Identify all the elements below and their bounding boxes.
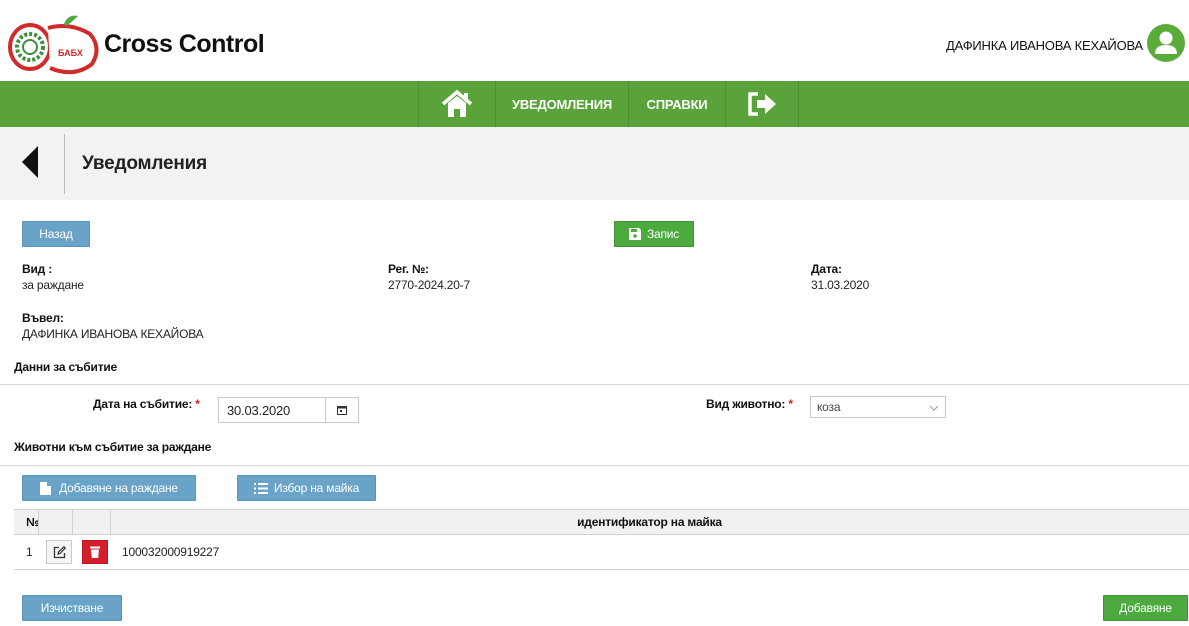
add-birth-button-label: Добавяне на раждане	[59, 481, 178, 495]
back-button[interactable]: Назад	[22, 221, 90, 247]
date-value: 31.03.2020	[811, 278, 870, 292]
save-icon	[628, 228, 641, 240]
main-nav: УВЕДОМЛЕНИЯ СПРАВКИ	[0, 81, 1189, 127]
entered-by-value: ДАФИНКА ИВАНОВА КЕХАЙОВА	[22, 327, 204, 341]
nav-item-reports[interactable]: СПРАВКИ	[629, 81, 725, 127]
nav-logout[interactable]	[726, 81, 798, 127]
logout-icon	[748, 92, 776, 116]
save-button[interactable]: Запис	[614, 221, 694, 247]
nav-home[interactable]	[419, 81, 495, 127]
event-date-input[interactable]: 30.03.2020	[218, 397, 326, 423]
column-divider	[72, 510, 73, 534]
required-mark: *	[788, 397, 793, 411]
trash-icon	[90, 546, 100, 558]
event-date-label: Дата на събитие: *	[93, 397, 200, 411]
home-icon	[441, 89, 473, 117]
row-number: 1	[26, 545, 33, 559]
edit-icon	[53, 545, 66, 558]
animal-type-label: Вид животно: *	[706, 397, 793, 411]
list-icon	[253, 482, 268, 494]
file-icon	[40, 481, 52, 495]
animal-type-value: коза	[817, 400, 841, 414]
nav-item-notifications[interactable]: УВЕДОМЛЕНИЯ	[496, 81, 628, 127]
logo-text: БАБХ	[58, 48, 83, 58]
title-divider	[64, 134, 65, 194]
column-divider	[38, 510, 39, 534]
animals-section-title: Животни към събитие за раждане	[14, 440, 212, 454]
section-divider	[0, 384, 1189, 385]
babh-logo[interactable]: БАБХ	[8, 14, 100, 76]
chevron-down-icon	[929, 405, 939, 411]
animal-type-label-text: Вид животно:	[706, 397, 786, 411]
save-button-label: Запис	[646, 227, 680, 241]
reg-number-label: Рег. №:	[388, 262, 429, 276]
column-header-mother-id: идентификатор на майка	[577, 515, 722, 529]
add-birth-button[interactable]: Добавяне на раждане	[22, 475, 196, 501]
choose-mother-button[interactable]: Избор на майка	[237, 475, 376, 501]
section-divider	[0, 465, 1189, 466]
type-label: Вид :	[22, 262, 52, 276]
top-header: БАБХ Cross Control ДАФИНКА ИВАНОВА КЕХАЙ…	[0, 0, 1189, 81]
back-arrow-icon[interactable]	[22, 146, 38, 178]
entered-by-label: Въвел:	[22, 311, 64, 325]
event-section-title: Данни за събитие	[14, 360, 118, 374]
date-label: Дата:	[811, 262, 842, 276]
type-value: за раждане	[22, 278, 84, 292]
nav-divider	[798, 81, 799, 127]
reg-number-value: 2770-2024.20-7	[388, 278, 470, 292]
animal-type-select[interactable]: коза	[810, 396, 946, 418]
brand-title: Cross Control	[104, 30, 265, 58]
calendar-button[interactable]	[326, 397, 359, 423]
event-date-label-text: Дата на събитие:	[93, 397, 193, 411]
page-title: Уведомления	[82, 153, 207, 174]
edit-button[interactable]	[46, 540, 72, 564]
user-name[interactable]: ДАФИНКА ИВАНОВА КЕХАЙОВА	[946, 38, 1143, 53]
add-button[interactable]: Добавяне	[1103, 595, 1188, 621]
delete-button[interactable]	[82, 540, 108, 564]
table-row: 1 100032000919227	[14, 535, 1189, 570]
calendar-icon	[337, 406, 347, 415]
clear-button[interactable]: Изчистване	[22, 595, 122, 621]
page-title-bar: Уведомления	[0, 127, 1189, 200]
mother-id-cell: 100032000919227	[122, 545, 220, 559]
required-mark: *	[195, 397, 200, 411]
animals-table-header: № идентификатор на майка	[14, 509, 1189, 535]
user-avatar-icon[interactable]	[1147, 24, 1185, 62]
choose-mother-button-label: Избор на майка	[273, 481, 360, 495]
